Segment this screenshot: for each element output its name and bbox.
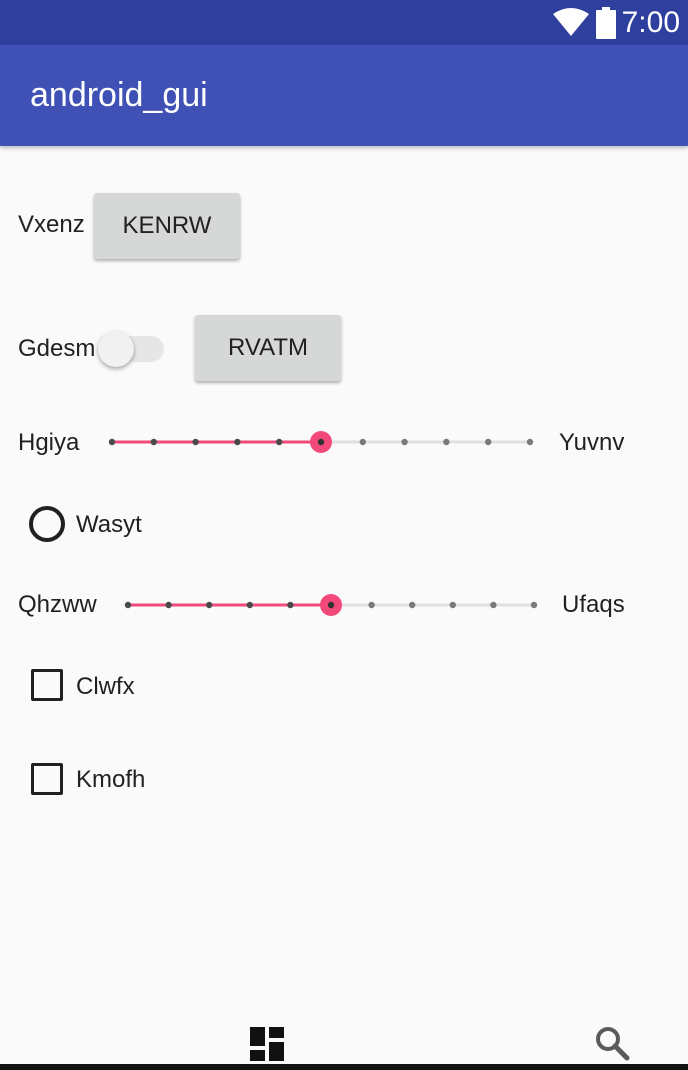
slider-tick — [246, 601, 253, 609]
gdesm-label: Gdesm — [18, 335, 96, 362]
app-bar: android_gui — [0, 45, 688, 146]
slider-tick — [150, 438, 157, 446]
ufaqs-label: Ufaqs — [562, 591, 625, 618]
slider-tick — [206, 601, 213, 609]
slider-tick — [401, 438, 408, 446]
rvatm-button[interactable]: RVATM — [195, 315, 341, 381]
status-time: 7:00 — [621, 6, 680, 39]
slider-tick — [359, 438, 366, 446]
kmofh-checkbox[interactable] — [31, 763, 63, 795]
slider-thumb-dot — [327, 601, 335, 609]
battery-icon — [596, 7, 616, 39]
slider-tick — [368, 601, 375, 609]
slider-tick — [490, 601, 497, 609]
vxenz-label: Vxenz — [18, 211, 85, 238]
hgiya-label: Hgiya — [18, 429, 80, 456]
slider-tick — [526, 438, 534, 446]
hgiya-slider[interactable] — [100, 426, 545, 458]
search-icon[interactable] — [594, 1025, 630, 1061]
slider-tick — [234, 438, 241, 446]
slider-tick — [485, 438, 492, 446]
slider-tick — [449, 601, 456, 609]
yuvnv-label: Yuvnv — [559, 429, 625, 456]
slider-tick — [192, 438, 199, 446]
gdesm-switch[interactable] — [98, 330, 166, 368]
wifi-icon — [553, 8, 589, 36]
slider-tick — [276, 438, 283, 446]
switch-thumb — [98, 331, 134, 367]
slider-tick — [530, 601, 538, 609]
dashboard-icon[interactable] — [250, 1027, 284, 1061]
slider-tick — [409, 601, 416, 609]
slider-tick — [108, 438, 116, 446]
slider-tick — [124, 601, 132, 609]
qhzww-label: Qhzww — [18, 591, 97, 618]
slider-thumb-dot — [317, 438, 325, 446]
slider-tick — [287, 601, 294, 609]
wasyt-label: Wasyt — [76, 511, 142, 538]
kenrw-button[interactable]: KENRW — [94, 193, 240, 259]
navigation-bar — [0, 1064, 688, 1070]
clwfx-checkbox[interactable] — [31, 669, 63, 701]
qhzww-slider[interactable] — [117, 589, 545, 621]
slider-tick — [165, 601, 172, 609]
app-title: android_gui — [30, 76, 208, 114]
status-bar: 7:00 — [0, 0, 688, 45]
kmofh-label: Kmofh — [76, 766, 146, 793]
wasyt-radio[interactable] — [29, 506, 65, 542]
clwfx-label: Clwfx — [76, 673, 135, 700]
slider-tick — [443, 438, 450, 446]
